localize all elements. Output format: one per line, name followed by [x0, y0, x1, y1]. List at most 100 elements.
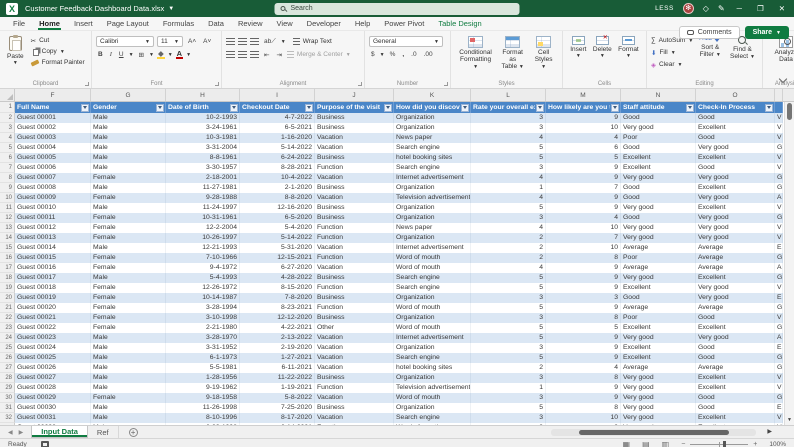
cell[interactable]: Organization	[394, 123, 471, 133]
cell[interactable]: Guest 00030	[15, 403, 91, 413]
cell[interactable]: 10-14-1987	[166, 293, 240, 303]
ribbon-tab-home[interactable]: Home	[32, 17, 67, 30]
bold-button[interactable]: B	[96, 51, 105, 58]
cell[interactable]: 9	[546, 283, 621, 293]
page-layout-view-icon[interactable]: ▤	[642, 440, 650, 447]
cell[interactable]: Guest 00031	[15, 413, 91, 423]
orientation-button[interactable]: ab⟋	[262, 38, 278, 46]
cell[interactable]: Female	[91, 313, 166, 323]
delete-cells-button[interactable]: Delete▼	[590, 35, 615, 61]
cell[interactable]: Excellent	[696, 183, 775, 193]
cell[interactable]: 10-2-1993	[166, 113, 240, 123]
cell[interactable]: 6-24-2022	[240, 153, 315, 163]
cell[interactable]: Guest 00010	[15, 203, 91, 213]
row-number[interactable]: 11	[0, 203, 15, 213]
cell[interactable]: Female	[91, 293, 166, 303]
cell[interactable]: 3-30-1957	[166, 163, 240, 173]
cell[interactable]: Male	[91, 273, 166, 283]
cell[interactable]: 3-31-2004	[166, 143, 240, 153]
cell[interactable]: 1	[471, 183, 546, 193]
cell[interactable]: Good	[696, 393, 775, 403]
cell[interactable]: Vacation	[315, 353, 394, 363]
cell[interactable]: 9	[546, 353, 621, 363]
ribbon-tab-formulas[interactable]: Formulas	[156, 17, 201, 30]
cell[interactable]: Very good	[621, 173, 696, 183]
cell[interactable]: 5	[546, 323, 621, 333]
cell[interactable]: Good	[621, 183, 696, 193]
cell[interactable]: 9	[546, 193, 621, 203]
document-title[interactable]: Customer Feedback Dashboard Data.xlsx	[25, 4, 164, 13]
cell[interactable]: Organization	[394, 233, 471, 243]
cell[interactable]: Search engine	[394, 143, 471, 153]
cell[interactable]: 3	[471, 163, 546, 173]
cell[interactable]: 3	[471, 343, 546, 353]
cell[interactable]: 9	[546, 173, 621, 183]
cell[interactable]: 8-28-2021	[240, 163, 315, 173]
cell[interactable]: 12-16-2020	[240, 203, 315, 213]
cell-styles-button[interactable]: CellStyles ▼	[529, 35, 558, 72]
align-bottom-button[interactable]	[250, 38, 259, 45]
cell[interactable]: 8-15-2020	[240, 283, 315, 293]
cell[interactable]: Guest 00007	[15, 173, 91, 183]
cell[interactable]: Good	[621, 143, 696, 153]
cell[interactable]: Average	[696, 253, 775, 263]
cell[interactable]: 3-24-1961	[166, 123, 240, 133]
cell[interactable]: 9	[546, 303, 621, 313]
copy-button[interactable]: Copy▼	[31, 46, 85, 57]
cell[interactable]: Vacation	[315, 393, 394, 403]
cell[interactable]: 4	[546, 363, 621, 373]
add-sheet-button[interactable]: +	[129, 428, 138, 437]
borders-button[interactable]: ⊞	[137, 51, 146, 59]
cell[interactable]: Business	[315, 273, 394, 283]
cell[interactable]: 1-27-2021	[240, 353, 315, 363]
cell[interactable]: Guest 00025	[15, 353, 91, 363]
cell[interactable]: 4	[471, 223, 546, 233]
zoom-level[interactable]: 100%	[769, 441, 786, 447]
column-letter-M[interactable]: M	[546, 89, 621, 101]
cell[interactable]: 10	[546, 223, 621, 233]
cell[interactable]: Guest 00006	[15, 163, 91, 173]
italic-button[interactable]: I	[108, 51, 114, 58]
alignment-dialog-launcher-icon[interactable]	[358, 82, 362, 86]
align-center-button[interactable]	[238, 51, 247, 58]
cell[interactable]: 3	[546, 293, 621, 303]
cell[interactable]: Excellent	[621, 153, 696, 163]
minimize-button[interactable]: ─	[734, 4, 745, 13]
cell[interactable]: Function	[315, 383, 394, 393]
column-letter-L[interactable]: L	[471, 89, 546, 101]
cell[interactable]: 10-3-1981	[166, 133, 240, 143]
ribbon-tab-developer[interactable]: Developer	[300, 17, 348, 30]
cell[interactable]: 9	[546, 203, 621, 213]
cell[interactable]: 2	[471, 253, 546, 263]
cell[interactable]: Male	[91, 203, 166, 213]
decrease-indent-button[interactable]: ⇤	[262, 51, 271, 59]
cell[interactable]: Very good	[621, 273, 696, 283]
cell[interactable]: Very good	[696, 173, 775, 183]
fill-button[interactable]: ⬇Fill▼	[651, 47, 693, 58]
cell[interactable]: Excellent	[696, 383, 775, 393]
cell[interactable]: Vacation	[315, 413, 394, 423]
cell[interactable]: Very good	[621, 393, 696, 403]
cell[interactable]: hotel booking sites	[394, 153, 471, 163]
cell[interactable]: 3	[471, 213, 546, 223]
cell[interactable]: Search engine	[394, 353, 471, 363]
cell[interactable]: 4	[471, 263, 546, 273]
format-cells-button[interactable]: Format▼	[615, 35, 642, 61]
cell[interactable]: 9	[546, 113, 621, 123]
cell[interactable]: 10-31-1961	[166, 213, 240, 223]
cell[interactable]: Guest 00026	[15, 363, 91, 373]
cell[interactable]: 2	[471, 243, 546, 253]
row-number[interactable]: 29	[0, 383, 15, 393]
cell[interactable]: 11-27-1981	[166, 183, 240, 193]
cell[interactable]: 9	[546, 343, 621, 353]
row-number[interactable]: 10	[0, 193, 15, 203]
cell[interactable]: Business	[315, 373, 394, 383]
cell[interactable]: Male	[91, 153, 166, 163]
cell[interactable]: Average	[621, 243, 696, 253]
cell[interactable]: 5	[471, 273, 546, 283]
cell[interactable]: Business	[315, 213, 394, 223]
excel-app-icon[interactable]: X	[6, 3, 18, 15]
sheet-tab-ref[interactable]: Ref	[88, 426, 119, 438]
cell[interactable]: 2-1-2020	[240, 183, 315, 193]
cell[interactable]: 8	[546, 313, 621, 323]
